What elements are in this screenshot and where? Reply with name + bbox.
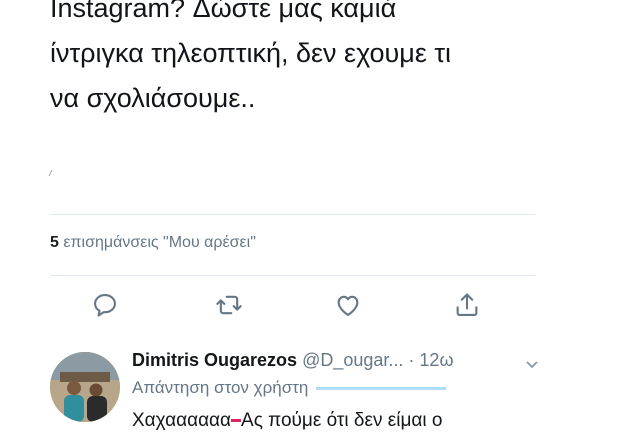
- redacted-username[interactable]: [316, 387, 447, 391]
- likes-count[interactable]: 5 επισημάνσεις "Μου αρέσει": [50, 234, 256, 252]
- retweet-button[interactable]: [204, 280, 254, 330]
- redaction-mark: [231, 419, 242, 423]
- divider: [50, 214, 535, 215]
- likes-label: επισημάνσεις "Μου αρέσει": [63, 234, 256, 251]
- more-options-button[interactable]: [524, 356, 540, 377]
- avatar-photo: [50, 352, 120, 422]
- chevron-down-icon: [526, 361, 538, 369]
- stray-mark: [48, 170, 56, 176]
- tweet-line: Instagram? Δώστε μας καμιά: [50, 0, 397, 23]
- reply-button[interactable]: [80, 280, 130, 330]
- author-name[interactable]: Dimitris Ougarezos: [132, 350, 297, 370]
- author-handle[interactable]: @D_ougar...: [302, 350, 403, 370]
- reply-text: Χαχαααααα Ας πούμε ότι δεν είμαι ο: [132, 410, 442, 432]
- tweet-time[interactable]: · 12ω: [408, 350, 453, 370]
- reply-to-label: Απάντηση στον χρήστη: [132, 378, 309, 397]
- tweet-line: να σχολιάσουμε..: [50, 83, 256, 113]
- reply-text-rest: Ας πούμε ότι δεν είμαι ο: [241, 410, 443, 431]
- reply-icon: [94, 294, 116, 317]
- avatar[interactable]: [50, 352, 120, 422]
- retweet-icon: [216, 295, 242, 315]
- likes-number: 5: [50, 234, 59, 251]
- reply-header: Dimitris Ougarezos @D_ougar... · 12ω: [132, 350, 454, 371]
- heart-icon: [337, 295, 359, 316]
- tweet-text: Instagram? Δώστε μας καμιά ίντριγκα τηλε…: [50, 0, 610, 121]
- reply-text-start: Χαχαααααα: [132, 410, 232, 431]
- share-icon: [456, 293, 478, 316]
- tweet-actions: [80, 280, 500, 330]
- reply-to: Απάντηση στον χρήστη: [132, 378, 447, 398]
- divider: [50, 275, 535, 276]
- like-button[interactable]: [323, 280, 373, 330]
- share-button[interactable]: [442, 280, 492, 330]
- tweet-line: ίντριγκα τηλεοπτική, δεν εχουμε τι: [50, 38, 452, 68]
